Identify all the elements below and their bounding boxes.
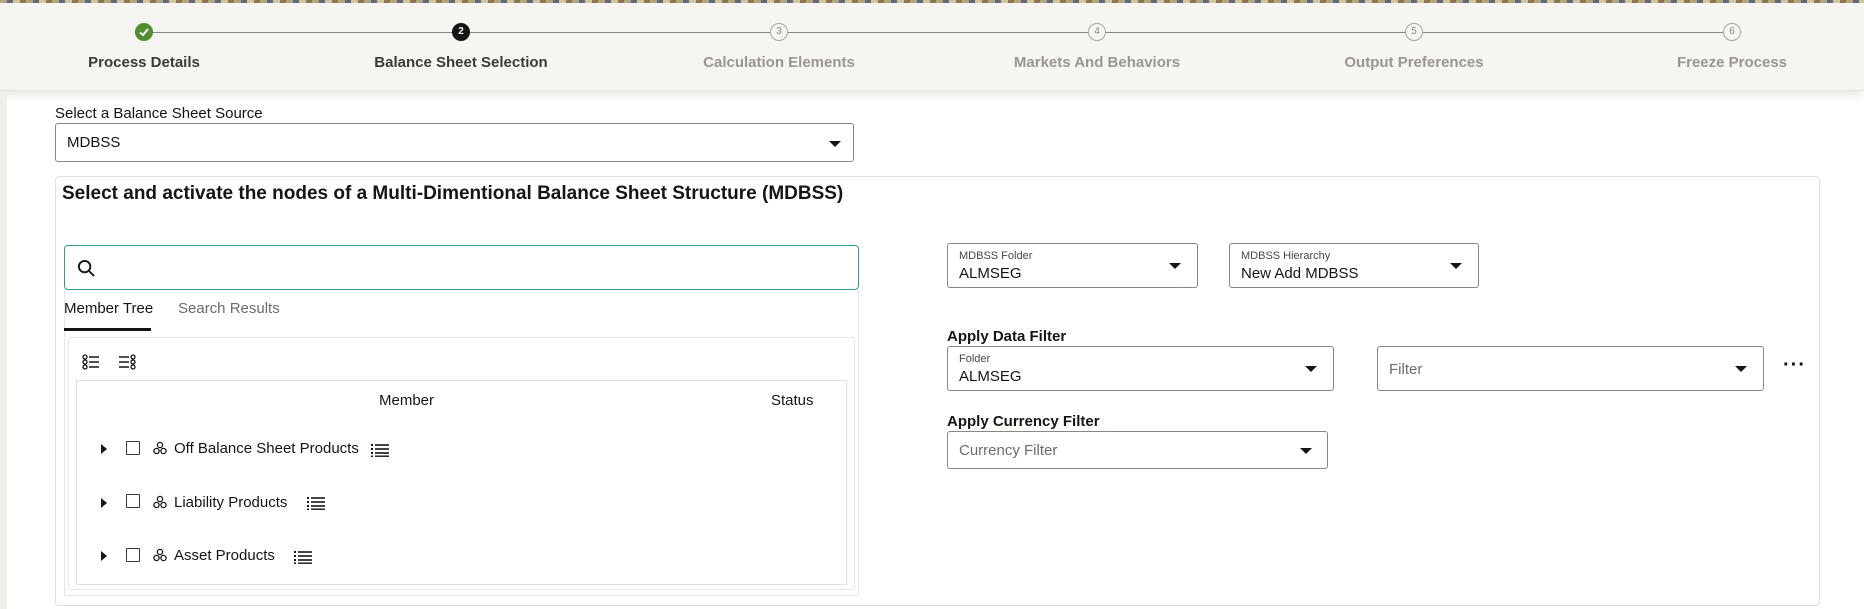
mdbss-hierarchy-value: New Add MDBSS <box>1241 265 1359 282</box>
chevron-down-icon[interactable] <box>1735 366 1747 372</box>
step-number: 6 <box>1723 23 1741 41</box>
row-label: Off Balance Sheet Products <box>174 440 359 457</box>
expand-arrow-icon[interactable] <box>101 551 107 561</box>
chevron-down-icon[interactable] <box>1169 263 1181 269</box>
mdbss-folder-select[interactable]: MDBSS Folder ALMSEG <box>947 243 1198 288</box>
row-label: Liability Products <box>174 494 288 511</box>
mdbss-hierarchy-label: MDBSS Hierarchy <box>1241 250 1331 262</box>
train-step-1[interactable]: Process Details <box>24 3 264 91</box>
step-number: 3 <box>770 23 788 41</box>
source-label: Select a Balance Sheet Source <box>55 105 263 122</box>
expand-arrow-icon[interactable] <box>101 498 107 508</box>
row-checkbox[interactable] <box>126 548 140 562</box>
more-options-icon[interactable]: ··· <box>1783 355 1806 375</box>
folder-label: Folder <box>959 353 991 365</box>
currency-filter-placeholder: Currency Filter <box>959 442 1058 459</box>
chevron-down-icon[interactable] <box>829 141 841 147</box>
step-number: 2 <box>452 23 470 41</box>
expand-arrow-icon[interactable] <box>101 444 107 454</box>
check-icon <box>135 23 153 41</box>
chevron-down-icon[interactable] <box>1300 448 1312 454</box>
hierarchy-node-icon <box>153 495 167 509</box>
train-step-6[interactable]: 6 Freeze Process <box>1612 3 1852 91</box>
process-train: Process Details 2 Balance Sheet Selectio… <box>0 3 1864 91</box>
train-step-3[interactable]: 3 Calculation Elements <box>659 3 899 91</box>
train-step-2[interactable]: 2 Balance Sheet Selection <box>341 3 581 91</box>
folder-value: ALMSEG <box>959 368 1022 385</box>
mdbss-folder-label: MDBSS Folder <box>959 250 1033 262</box>
active-tab-indicator <box>64 328 151 331</box>
collapse-all-icon[interactable] <box>118 353 136 371</box>
mdbss-folder-value: ALMSEG <box>959 265 1022 282</box>
left-edge-shade <box>0 91 7 609</box>
list-icon[interactable] <box>294 550 312 564</box>
train-step-label: Balance Sheet Selection <box>374 54 548 71</box>
column-header-status: Status <box>771 392 814 409</box>
balance-sheet-source-select[interactable]: MDBSS <box>55 123 854 162</box>
tab-member-tree[interactable]: Member Tree <box>64 300 153 317</box>
train-step-4[interactable]: 4 Markets And Behaviors <box>977 3 1217 91</box>
apply-data-filter-label: Apply Data Filter <box>947 328 1067 345</box>
row-checkbox[interactable] <box>126 494 140 508</box>
train-step-5[interactable]: 5 Output Preferences <box>1294 3 1534 91</box>
list-icon[interactable] <box>371 443 389 457</box>
step-number: 4 <box>1088 23 1106 41</box>
source-value: MDBSS <box>67 134 121 151</box>
tab-search-results[interactable]: Search Results <box>178 300 280 317</box>
chevron-down-icon[interactable] <box>1450 263 1462 269</box>
mdbss-hierarchy-select[interactable]: MDBSS Hierarchy New Add MDBSS <box>1229 243 1479 288</box>
train-step-label: Freeze Process <box>1676 54 1788 71</box>
search-text-field[interactable] <box>107 256 847 280</box>
row-label: Asset Products <box>174 547 275 564</box>
train-step-label: Calculation Elements <box>703 54 855 71</box>
currency-filter-select[interactable]: Currency Filter <box>947 431 1328 469</box>
search-icon <box>77 259 95 277</box>
data-filter-select[interactable]: Filter <box>1377 346 1764 391</box>
train-step-label: Process Details <box>88 54 200 71</box>
member-search-input[interactable] <box>64 245 859 290</box>
column-header-member: Member <box>379 392 435 409</box>
hierarchy-node-icon <box>153 441 167 455</box>
list-icon[interactable] <box>307 496 325 510</box>
expand-all-icon[interactable] <box>82 353 100 371</box>
train-step-label: Output Preferences <box>1344 54 1484 71</box>
chevron-down-icon[interactable] <box>1305 366 1317 372</box>
apply-currency-filter-label: Apply Currency Filter <box>947 413 1100 430</box>
data-filter-folder-select[interactable]: Folder ALMSEG <box>947 346 1334 391</box>
hierarchy-node-icon <box>153 548 167 562</box>
panel-title: Select and activate the nodes of a Multi… <box>62 183 844 204</box>
row-checkbox[interactable] <box>126 441 140 455</box>
step-number: 5 <box>1405 23 1423 41</box>
filter-placeholder: Filter <box>1389 361 1423 378</box>
train-step-label: Markets And Behaviors <box>1013 54 1181 71</box>
